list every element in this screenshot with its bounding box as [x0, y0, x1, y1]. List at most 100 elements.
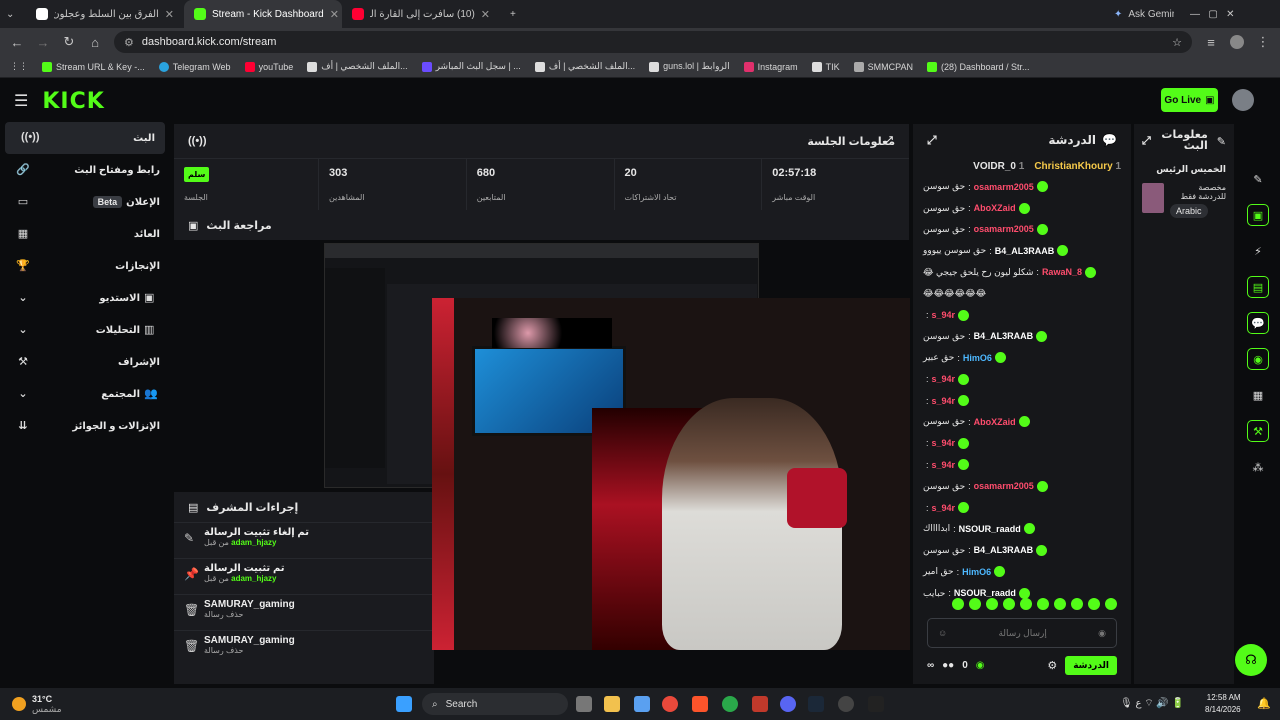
mention-icon[interactable]: ◉: [1098, 628, 1106, 639]
emote-icon[interactable]: [1071, 598, 1083, 610]
windows-start-icon[interactable]: [396, 696, 412, 712]
sidebar-item-drops[interactable]: ⇊ الإنزالات و الجوائز: [0, 410, 170, 442]
emote-icon[interactable]: [1037, 598, 1049, 610]
chat-username[interactable]: NSOUR_raadd: [959, 524, 1021, 534]
reload-icon[interactable]: ↻: [62, 34, 76, 50]
steam-icon[interactable]: [808, 696, 824, 712]
sidebar-item-revenue[interactable]: ▦ العائد: [0, 218, 170, 250]
bookmark-item[interactable]: سجل البث المباشر | ...: [421, 61, 521, 72]
store-icon[interactable]: [634, 696, 650, 712]
chat-username[interactable]: s_94r: [932, 374, 956, 384]
chat-username[interactable]: RawaN_8: [1042, 267, 1082, 277]
chat-username[interactable]: B4_AL3RAAB: [995, 246, 1055, 256]
edit-icon[interactable]: ✎: [1217, 135, 1226, 148]
broadcast-icon[interactable]: ◉: [1247, 348, 1269, 370]
chat-username[interactable]: B4_AL3RAAB: [974, 331, 1034, 341]
profile-avatar[interactable]: [1230, 35, 1244, 49]
close-tab-icon[interactable]: ✕: [330, 8, 339, 21]
expand-icon[interactable]: ⤢: [884, 135, 893, 148]
chat-username[interactable]: osamarm2005: [974, 182, 1034, 192]
pinned-user[interactable]: VOIDR_0 1: [973, 161, 1024, 172]
tools-icon[interactable]: ⚒: [1247, 420, 1269, 442]
sidebar-item-achievements[interactable]: 🏆 الإنجازات: [0, 250, 170, 282]
tab-youtube[interactable]: (10) سافرت إلى القارة القطبية ال... ✕: [342, 0, 500, 28]
discord-icon[interactable]: [780, 696, 796, 712]
hamburger-menu-icon[interactable]: ☰: [14, 91, 28, 111]
chat-username[interactable]: osamarm2005: [974, 481, 1034, 491]
end-session-button[interactable]: سلم: [184, 167, 210, 182]
ask-gemini-button[interactable]: ✦ Ask Gemini: [1104, 0, 1174, 28]
popout-icon[interactable]: ⤢: [927, 133, 937, 148]
chat-username[interactable]: s_94r: [932, 503, 956, 513]
chat-username[interactable]: s_94r: [932, 438, 956, 448]
tab-list-button[interactable]: ⌄: [0, 0, 26, 28]
url-field[interactable]: ⚙ dashboard.kick.com/stream ☆: [114, 31, 1192, 53]
taskbar-search[interactable]: ⌕ Search: [422, 693, 568, 715]
apps-icon[interactable]: ⋮⋮: [10, 61, 28, 72]
kick-logo[interactable]: KICK: [42, 89, 104, 114]
bookmark-star-icon[interactable]: ☆: [1172, 36, 1182, 49]
chat-username[interactable]: osamarm2005: [974, 224, 1034, 234]
bookmark-item[interactable]: الملف الشخصي | أف...: [307, 61, 408, 72]
chat-input[interactable]: ☺ إرسال رسالة ◉: [927, 618, 1117, 648]
close-tab-icon[interactable]: ✕: [481, 8, 490, 21]
chat-username[interactable]: AboXZaid: [974, 203, 1016, 213]
pinned-user[interactable]: ChristianKhoury 1: [1034, 161, 1121, 172]
sidebar-item-analytics[interactable]: ⌄ التحليلات ▥: [0, 314, 170, 346]
window-controls[interactable]: — ▢ ✕: [1180, 0, 1245, 28]
flash-icon[interactable]: ⚡: [1247, 240, 1269, 262]
emote-icon[interactable]: [1088, 598, 1100, 610]
menu-icon[interactable]: ⋮: [1256, 34, 1270, 50]
emote-icon[interactable]: [1003, 598, 1015, 610]
close-tab-icon[interactable]: ✕: [165, 8, 174, 21]
notes-icon[interactable]: ▤: [1247, 276, 1269, 298]
emote-icon[interactable]: [1054, 598, 1066, 610]
bookmark-item[interactable]: (28) Dashboard / Str...: [927, 61, 1030, 72]
chat-username[interactable]: HimO6: [962, 567, 991, 577]
chat-username[interactable]: B4_AL3RAAB: [974, 545, 1034, 555]
chrome-icon[interactable]: [662, 696, 678, 712]
site-info-icon[interactable]: ⚙: [124, 36, 134, 49]
emote-icon[interactable]: [986, 598, 998, 610]
notification-bell-icon[interactable]: 🔔: [1257, 697, 1271, 710]
emote-icon[interactable]: [952, 598, 964, 610]
capture-icon[interactable]: ▣: [1247, 204, 1269, 226]
category-thumbnail[interactable]: [1142, 183, 1164, 213]
xbox-icon[interactable]: [722, 696, 738, 712]
sidebar-item-community[interactable]: ⌄ المجتمع 👥: [0, 378, 170, 410]
tray-icons[interactable]: 🎙 ع ⌔ 🔊 🔋: [1120, 697, 1184, 710]
help-button[interactable]: ☊: [1235, 644, 1267, 676]
popout-icon[interactable]: ⤢: [1142, 135, 1151, 148]
infinity-icon[interactable]: ∞: [927, 660, 934, 671]
chat-username[interactable]: HimO6: [963, 353, 992, 363]
share-icon[interactable]: ⁂: [1247, 456, 1269, 478]
category-name[interactable]: مخصصة للدردشة فقط: [1170, 183, 1226, 201]
snipping-icon[interactable]: [752, 696, 768, 712]
tab-search[interactable]: الفرق بين السلط وعجلون - بحث ✕: [26, 0, 184, 28]
tab-kick-dashboard[interactable]: Stream - Kick Dashboard ✕: [184, 0, 342, 28]
bookmark-item[interactable]: Instagram: [743, 61, 798, 72]
bookmark-item[interactable]: TIK: [811, 61, 840, 72]
back-icon[interactable]: ←: [10, 35, 24, 50]
brave-icon[interactable]: [692, 696, 708, 712]
sidebar-item-stream-key[interactable]: 🔗 رابط ومفتاح البث: [0, 154, 170, 186]
bookmark-item[interactable]: SMMCPAN: [853, 61, 913, 72]
bookmark-item[interactable]: Stream URL & Key -...: [42, 61, 145, 72]
task-view-icon[interactable]: [576, 696, 592, 712]
sidebar-item-ads[interactable]: ▭ Beta الإعلان: [0, 186, 170, 218]
obs-icon[interactable]: [838, 696, 854, 712]
forward-icon[interactable]: →: [36, 35, 50, 50]
emoji-icon[interactable]: ☺: [938, 628, 947, 638]
chat-username[interactable]: s_94r: [932, 396, 956, 406]
file-explorer-icon[interactable]: [604, 696, 620, 712]
bookmark-item[interactable]: الملف الشخصي | أف...: [534, 61, 635, 72]
sidebar-item-studio[interactable]: ⌄ الاستديو ▣: [0, 282, 170, 314]
sidebar-item-stream[interactable]: ((•)) البث: [5, 122, 165, 154]
bookmark-item[interactable]: guns.lol | الروابط: [649, 61, 730, 72]
emote-icon[interactable]: [1020, 598, 1032, 610]
chat-username[interactable]: s_94r: [932, 310, 956, 320]
layers-icon[interactable]: ▦: [1247, 384, 1269, 406]
user-avatar[interactable]: [1232, 89, 1254, 111]
bookmark-item[interactable]: Telegram Web: [158, 61, 231, 72]
chat-username[interactable]: s_94r: [932, 460, 956, 470]
